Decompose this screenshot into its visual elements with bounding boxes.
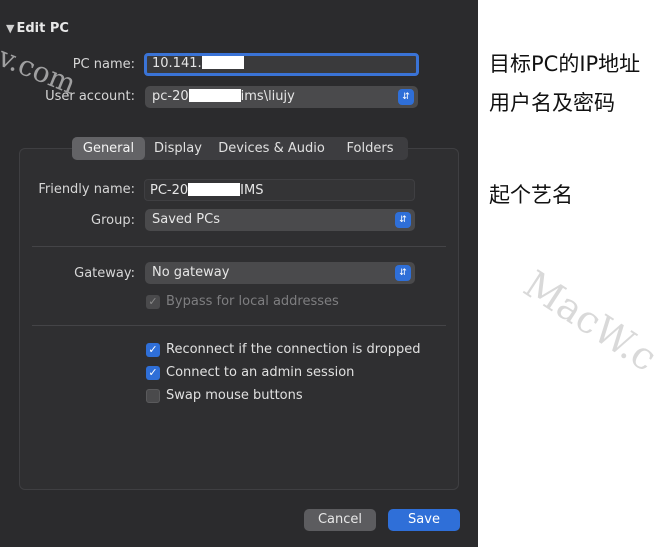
bypass-label: Bypass for local addresses bbox=[166, 294, 339, 309]
tab-display[interactable]: Display bbox=[145, 137, 211, 160]
swap-mouse-label: Swap mouse buttons bbox=[166, 388, 303, 403]
pc-name-label: PC name: bbox=[72, 57, 135, 72]
edit-pc-dialog: ▼ Edit PC v.com PC name: 10.141. User ac… bbox=[0, 0, 478, 547]
user-account-label: User account: bbox=[45, 89, 135, 104]
divider bbox=[32, 325, 446, 326]
tab-devices-audio[interactable]: Devices & Audio bbox=[211, 137, 332, 160]
redaction-bar bbox=[201, 56, 244, 69]
save-button[interactable]: Save bbox=[388, 509, 460, 531]
tab-bar: General Display Devices & Audio Folders bbox=[72, 137, 408, 160]
user-account-popup[interactable]: pc-20 ims\liujy ⇵ bbox=[145, 86, 418, 108]
redaction-bar bbox=[188, 89, 241, 102]
annotation-ip: 目标PC的IP地址 bbox=[489, 52, 641, 76]
pc-name-field[interactable]: 10.141. bbox=[144, 53, 419, 76]
group-popup[interactable]: Saved PCs ⇵ bbox=[145, 209, 415, 231]
title-bar: ▼ Edit PC bbox=[6, 18, 69, 38]
window-title: Edit PC bbox=[16, 20, 69, 36]
friendly-name-suffix: IMS bbox=[240, 183, 264, 198]
friendly-name-field[interactable]: PC-20 IMS bbox=[144, 179, 415, 201]
pc-name-value: 10.141. bbox=[152, 56, 202, 71]
gateway-label: Gateway: bbox=[74, 266, 135, 281]
group-value: Saved PCs bbox=[152, 212, 220, 227]
admin-session-label: Connect to an admin session bbox=[166, 365, 355, 380]
chevron-updown-icon: ⇵ bbox=[398, 89, 414, 105]
chevron-updown-icon: ⇵ bbox=[395, 265, 411, 281]
annotation-user: 用户名及密码 bbox=[489, 91, 615, 115]
redaction-bar bbox=[188, 183, 241, 196]
user-account-suffix: ims\liujy bbox=[240, 89, 295, 104]
admin-session-checkbox[interactable]: ✓ bbox=[146, 366, 160, 380]
cancel-button[interactable]: Cancel bbox=[304, 509, 376, 531]
watermark-right: MacW.c bbox=[516, 262, 660, 380]
swap-mouse-checkbox[interactable] bbox=[146, 389, 160, 403]
tab-folders[interactable]: Folders bbox=[332, 137, 408, 160]
gateway-value: No gateway bbox=[152, 265, 230, 280]
chevron-updown-icon: ⇵ bbox=[395, 212, 411, 228]
gateway-popup[interactable]: No gateway ⇵ bbox=[145, 262, 415, 284]
annotation-name: 起个艺名 bbox=[489, 183, 573, 207]
friendly-name-prefix: PC-20 bbox=[150, 183, 189, 198]
group-label: Group: bbox=[91, 213, 135, 228]
user-account-prefix: pc-20 bbox=[152, 89, 189, 104]
reconnect-checkbox[interactable]: ✓ bbox=[146, 343, 160, 357]
reconnect-label: Reconnect if the connection is dropped bbox=[166, 342, 421, 357]
tab-general[interactable]: General bbox=[72, 137, 145, 160]
divider bbox=[32, 246, 446, 247]
disclosure-triangle-icon: ▼ bbox=[6, 21, 15, 35]
bypass-checkbox: ✓ bbox=[146, 295, 160, 309]
friendly-name-label: Friendly name: bbox=[38, 182, 135, 197]
